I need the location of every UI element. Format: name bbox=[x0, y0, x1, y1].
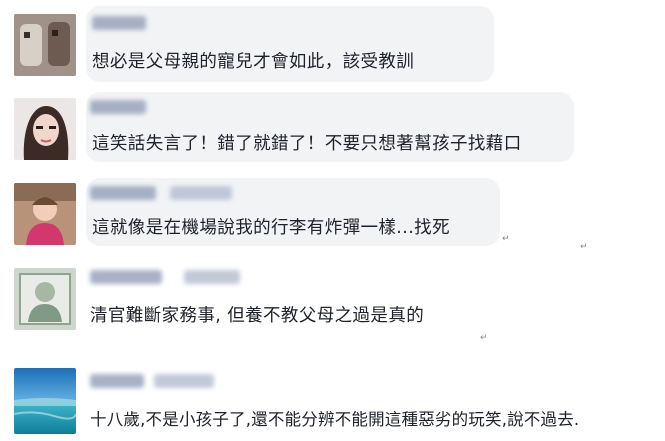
author-name-extra bbox=[154, 374, 214, 388]
avatar-1-icon bbox=[14, 14, 76, 76]
author-name[interactable] bbox=[90, 186, 156, 200]
paragraph-mark: ↵ bbox=[580, 242, 588, 252]
avatar-3-icon bbox=[14, 183, 76, 245]
comment-text: 想必是父母親的寵兒才會如此，該受教訓 bbox=[92, 52, 415, 72]
comment-text: 這就像是在機場說我的行李有炸彈一樣...找死 bbox=[92, 218, 450, 238]
avatar[interactable] bbox=[14, 368, 76, 434]
author-name[interactable] bbox=[90, 374, 144, 388]
avatar-2-icon bbox=[14, 98, 76, 160]
avatar[interactable] bbox=[14, 98, 76, 160]
comment-text: 清官難斷家務事, 但養不教父母之過是真的 bbox=[90, 306, 425, 326]
author-name[interactable] bbox=[90, 270, 162, 284]
avatar[interactable] bbox=[14, 14, 76, 76]
avatar-4-icon bbox=[14, 268, 76, 330]
avatar[interactable] bbox=[14, 183, 76, 245]
paragraph-mark: ↵ bbox=[502, 234, 510, 244]
avatar-5-ocean-icon bbox=[14, 368, 76, 434]
comment-bubble: 想必是父母親的寵兒才會如此，該受教訓 bbox=[86, 6, 494, 82]
author-name-extra bbox=[170, 186, 232, 200]
author-name-extra bbox=[184, 270, 240, 284]
author-name[interactable] bbox=[92, 16, 146, 30]
comment-bubble: 這就像是在機場說我的行李有炸彈一樣...找死 bbox=[86, 178, 500, 246]
comment-text: 十八歲,不是小孩子了,還不能分辨不能開這種惡劣的玩笑,說不過去. bbox=[90, 410, 580, 429]
paragraph-mark: ↵ bbox=[480, 333, 488, 343]
comment-bubble: 這笑話失言了！錯了就錯了！不要只想著幫孩子找藉口 bbox=[86, 92, 574, 162]
avatar[interactable] bbox=[14, 268, 76, 330]
author-name[interactable] bbox=[90, 100, 146, 114]
comment-text: 這笑話失言了！錯了就錯了！不要只想著幫孩子找藉口 bbox=[92, 134, 522, 154]
